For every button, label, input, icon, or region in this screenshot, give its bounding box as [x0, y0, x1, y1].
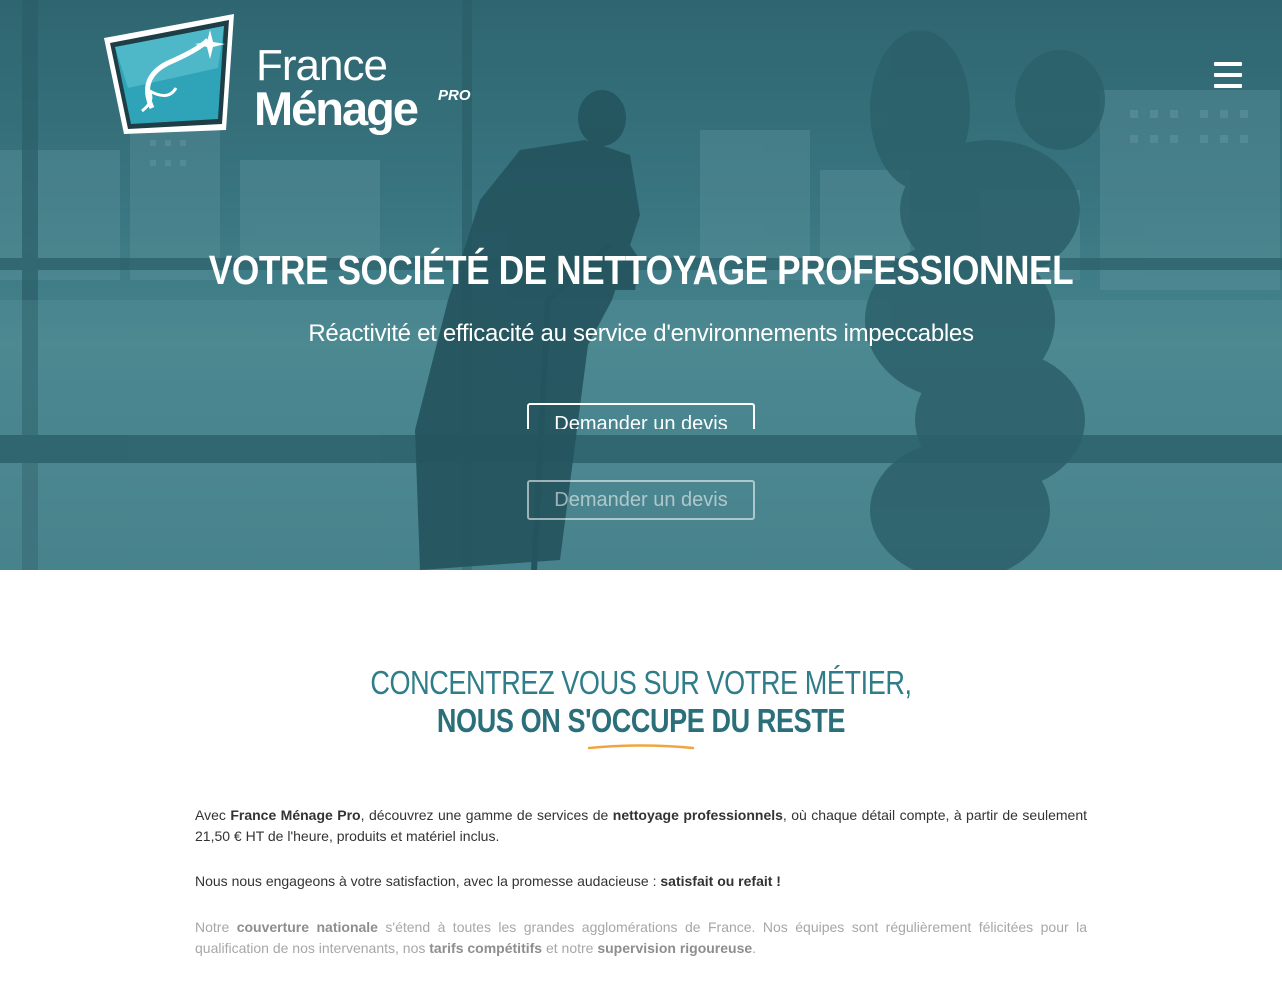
p3-coverage-highlight: couverture nationale	[236, 919, 378, 935]
p1-text-1: Avec	[195, 808, 231, 823]
hero-subtitle: Réactivité et efficacité au service d'en…	[308, 320, 974, 347]
p1-brand-highlight: France Ménage Pro	[230, 808, 361, 823]
p1-service-highlight: nettoyage professionnels	[612, 808, 783, 823]
p3-text-1: Notre	[195, 919, 237, 935]
request-quote-button-secondary[interactable]: Demander un devis	[527, 480, 755, 520]
p1-text-2: , découvrez une gamme de services de	[360, 808, 613, 823]
p3-text-3: et notre	[542, 940, 598, 956]
p2-text-1: Nous nous engageons à votre satisfaction…	[195, 873, 661, 889]
brand-name-line2: Ménage	[254, 82, 419, 135]
section-heading-line2: NOUS ON S'OCCUPE DU RESTE	[436, 701, 846, 739]
p3-text-4: .	[752, 940, 757, 956]
p3-supervision-highlight: supervision rigoureuse	[597, 940, 753, 956]
hero-title: VOTRE SOCIÉTÉ DE NETTOYAGE PROFESSIONNEL	[90, 247, 1193, 294]
brand-pro-suffix: PRO	[438, 87, 471, 104]
hero-title-strong: SOCIÉTÉ DE NETTOYAGE PROFESSIONNEL	[337, 247, 1074, 293]
section-heading-line1: CONCENTREZ VOUS SUR VOTRE MÉTIER,	[370, 664, 912, 701]
request-quote-button[interactable]: Demander un devis	[527, 403, 755, 429]
hamburger-menu-icon[interactable]	[1214, 62, 1242, 88]
p3-pricing-highlight: tarifs compétitifs	[429, 940, 543, 956]
logo-emblem-icon	[104, 14, 234, 134]
intro-paragraph: Avec France Ménage Pro, découvrez une ga…	[195, 808, 1087, 852]
menu-bar	[1214, 73, 1242, 77]
hero-banner: France Ménage PRO VOTRE SOCIÉTÉ DE NETTO…	[0, 0, 1282, 570]
section-heading: CONCENTREZ VOUS SUR VOTRE MÉTIER, NOUS O…	[0, 663, 1282, 740]
heading-underline-divider	[587, 744, 695, 750]
menu-bar	[1214, 62, 1242, 66]
commitment-paragraph: Nous nous engageons à votre satisfaction…	[195, 871, 1087, 892]
menu-bar	[1214, 84, 1242, 88]
brand-logo[interactable]: France Ménage PRO	[98, 8, 478, 143]
p2-promise-highlight: satisfait ou refait !	[660, 873, 781, 889]
coverage-paragraph: Notre couverture nationale s'étend à tou…	[195, 917, 1087, 959]
hero-title-light: VOTRE	[208, 247, 338, 293]
